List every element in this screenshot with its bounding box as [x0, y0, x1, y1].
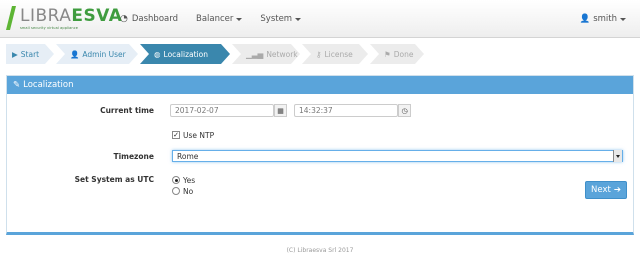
- use-ntp-label: Use NTP: [183, 131, 215, 140]
- flag-icon: ⚑: [384, 49, 391, 59]
- step-localization-label: Localization: [163, 49, 208, 59]
- dashboard-icon: ◔: [120, 14, 128, 24]
- caret-down-icon: [295, 17, 302, 21]
- panel-title: Localization: [23, 80, 74, 90]
- brand-logo[interactable]: LIBRAESVA small security virtual applian…: [6, 6, 122, 32]
- play-icon: ▶: [12, 49, 18, 59]
- caret-down-icon: [620, 17, 626, 21]
- step-admin-user[interactable]: 👤 Admin User: [56, 44, 138, 64]
- step-admin-user-label: Admin User: [82, 49, 126, 59]
- step-localization[interactable]: ◍ Localization: [140, 44, 230, 64]
- utc-yes-radio[interactable]: [172, 176, 180, 184]
- nav-balancer[interactable]: Balancer: [195, 14, 243, 24]
- timezone-label: Timezone: [113, 152, 154, 161]
- user-icon: 👤: [579, 14, 591, 24]
- nav-user-label: smith: [593, 14, 617, 24]
- utc-label: Set System as UTC: [74, 175, 154, 184]
- caret-down-icon: [236, 17, 243, 21]
- brand-slash-icon: [6, 6, 16, 30]
- step-network[interactable]: ▁▃▅ Network: [232, 44, 300, 64]
- step-start-label: Start: [20, 49, 40, 59]
- nav-balancer-label: Balancer: [195, 14, 234, 24]
- step-done[interactable]: ⚑ Done: [370, 44, 424, 64]
- nav-dashboard-label: Dashboard: [131, 14, 178, 24]
- wizard-steps: ▶ Start 👤 Admin User ◍ Localization ▁▃▅ …: [6, 44, 426, 64]
- step-done-label: Done: [393, 49, 414, 59]
- current-time-label: Current time: [100, 106, 154, 115]
- key-icon: ⚷: [316, 49, 322, 59]
- brand-name: LIBRAESVA: [20, 6, 123, 26]
- use-ntp-checkbox[interactable]: ✓: [172, 131, 180, 139]
- top-navbar: LIBRAESVA small security virtual applian…: [0, 0, 640, 38]
- step-license[interactable]: ⚷ License: [302, 44, 368, 64]
- calendar-icon[interactable]: ▦: [274, 104, 287, 117]
- step-start[interactable]: ▶ Start: [6, 44, 54, 64]
- step-license-label: License: [324, 49, 353, 59]
- next-button[interactable]: Next ➔: [585, 181, 627, 199]
- user-icon: 👤: [70, 49, 80, 59]
- time-input[interactable]: 14:32:37: [294, 104, 398, 117]
- timezone-select[interactable]: Rome: [172, 150, 623, 162]
- clock-icon[interactable]: ◷: [398, 104, 411, 117]
- arrow-right-icon: ➔: [613, 185, 621, 195]
- globe-icon: ◍: [154, 49, 161, 59]
- select-arrow-icon[interactable]: [613, 150, 622, 162]
- utc-no-label: No: [183, 187, 194, 196]
- date-input[interactable]: 2017-02-07: [170, 104, 274, 117]
- nav-dashboard[interactable]: ◔ Dashboard: [120, 14, 178, 24]
- timezone-value: Rome: [177, 151, 199, 161]
- step-network-label: Network: [266, 49, 298, 59]
- footer-copyright: (C) Libraesva Srl 2017: [286, 247, 354, 254]
- utc-yes-label: Yes: [183, 176, 196, 185]
- panel-header: ✎ Localization: [7, 76, 633, 94]
- nav-system[interactable]: System: [260, 14, 302, 24]
- nav-user-menu[interactable]: 👤 smith: [580, 0, 626, 38]
- utc-no-radio[interactable]: [172, 187, 180, 195]
- brand-tagline: small security virtual appliance: [20, 26, 78, 30]
- nav-system-label: System: [260, 14, 293, 24]
- wrench-icon: ✎: [13, 80, 21, 90]
- nav-menu: ◔ Dashboard Balancer System: [120, 0, 319, 38]
- next-button-label: Next: [591, 185, 611, 195]
- signal-icon: ▁▃▅: [246, 49, 264, 59]
